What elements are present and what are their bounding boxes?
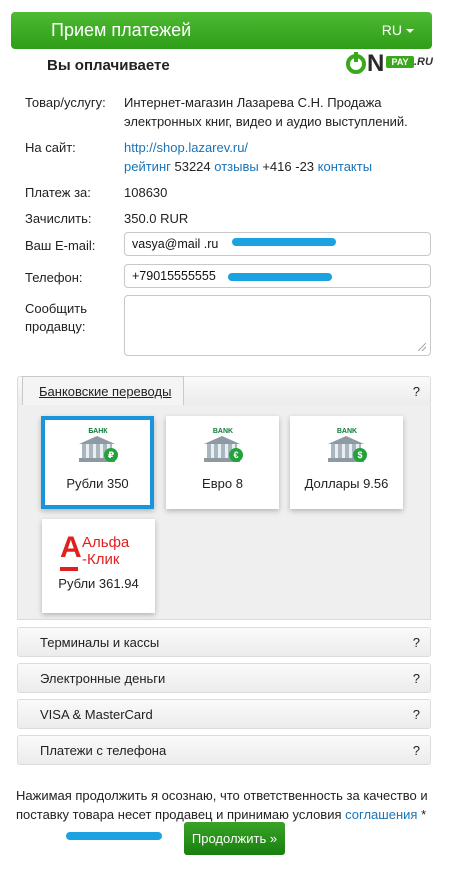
language-label: RU (381, 22, 402, 38)
accordion-label: Электронные деньги (40, 671, 166, 686)
scribble-mark (228, 273, 332, 281)
bank-eur-icon: BANK € (202, 428, 244, 464)
payment-value: 108630 (124, 185, 168, 200)
help-icon[interactable]: ? (413, 743, 420, 758)
payment-label: Платеж за: (25, 185, 91, 200)
product-label: Товар/услугу: (25, 95, 106, 110)
email-label: Ваш E-mail: (25, 238, 96, 253)
help-icon[interactable]: ? (413, 635, 420, 650)
help-icon[interactable]: ? (413, 384, 420, 399)
rating-value: 53224 (174, 159, 211, 174)
accordion-label: Платежи с телефона (40, 743, 167, 758)
continue-button[interactable]: Продолжить » (184, 822, 285, 855)
method-tile-rub[interactable]: БАНК ₽ Рубли 350 (41, 416, 154, 509)
phone-value: +79015555555 (132, 269, 216, 283)
method-tile-eur[interactable]: BANK € Евро 8 (166, 416, 279, 509)
language-select[interactable]: RU (381, 22, 414, 38)
asterisk: * (421, 807, 427, 822)
method-caption: Рубли 350 (66, 476, 129, 491)
accordion-cards[interactable]: VISA & MasterCard ? (17, 699, 431, 729)
scribble-mark (232, 238, 336, 246)
help-icon[interactable]: ? (413, 671, 420, 686)
message-label-line1: Сообщить (25, 301, 87, 316)
agreement-note: Нажимая продолжить я осознаю, что ответс… (16, 786, 436, 824)
credit-label: Зачислить: (25, 211, 92, 226)
product-value-line1: Интернет-магазин Лазарева С.Н. Продажа (124, 95, 382, 110)
alfa-click-logo: A Альфа -Клик (60, 533, 140, 575)
phone-label: Телефон: (25, 270, 83, 285)
resize-grip-icon[interactable] (418, 343, 426, 351)
method-caption: Рубли 361.94 (58, 576, 139, 591)
tab-bank-transfers-label: Банковские переводы (39, 384, 172, 399)
credit-value: 350.0 RUR (124, 211, 189, 226)
site-link[interactable]: http://shop.lazarev.ru/ (124, 140, 248, 155)
reviews-value: +416 -23 (262, 159, 315, 174)
paying-title: Вы оплачиваете (47, 57, 170, 74)
power-icon (346, 52, 366, 74)
email-value: vasya@mail .ru (132, 237, 219, 251)
bank-usd-icon: BANK $ (326, 428, 368, 464)
caret-down-icon (406, 29, 414, 33)
help-icon[interactable]: ? (413, 707, 420, 722)
method-caption: Доллары 9.56 (304, 476, 389, 491)
header-title: Прием платежей (51, 20, 192, 40)
reviews-link[interactable]: отзывы (214, 159, 258, 174)
method-caption: Евро 8 (202, 476, 243, 491)
method-tile-alfa[interactable]: A Альфа -Клик Рубли 361.94 (42, 519, 155, 613)
accordion-phone-payments[interactable]: Платежи с телефона ? (17, 735, 431, 765)
message-label-line2: продавцу: (25, 319, 86, 334)
accordion-label: Терминалы и кассы (40, 635, 160, 650)
onpay-logo: N PAY .RU (345, 50, 435, 86)
product-value-line2: электронных книг, видео и аудио выступле… (124, 114, 408, 129)
rating-line: рейтинг 53224 отзывы +416 -23 контакты (124, 159, 372, 174)
header-bar: Прием платежей RU (11, 12, 432, 49)
site-label: На сайт: (25, 140, 76, 155)
bank-rub-icon: БАНК ₽ (77, 428, 119, 464)
scribble-mark (66, 832, 162, 840)
accordion-terminals[interactable]: Терминалы и кассы ? (17, 627, 431, 657)
method-tile-usd[interactable]: BANK $ Доллары 9.56 (290, 416, 403, 509)
tab-bank-transfers[interactable]: Банковские переводы (22, 376, 184, 406)
message-textarea[interactable] (124, 295, 431, 356)
contacts-link[interactable]: контакты (318, 159, 372, 174)
accordion-emoney[interactable]: Электронные деньги ? (17, 663, 431, 693)
rating-link[interactable]: рейтинг (124, 159, 171, 174)
accordion-label: VISA & MasterCard (40, 707, 153, 722)
agreement-link[interactable]: соглашения (345, 807, 417, 822)
